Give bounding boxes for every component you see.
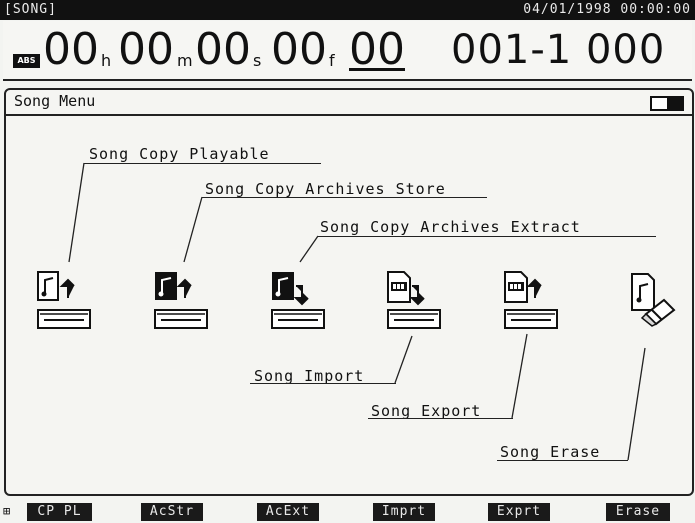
fkey-imprt[interactable]: Imprt (373, 503, 435, 521)
song-erase-icon[interactable] (628, 270, 690, 342)
label-underline (84, 163, 321, 164)
fkey-exprt[interactable]: Exprt (488, 503, 550, 521)
song-export-icon[interactable] (503, 270, 565, 332)
fkey-acstr[interactable]: AcStr (141, 503, 203, 521)
fkey-cp-pl[interactable]: CP PL (27, 503, 92, 521)
menu-item-song-copy-playable[interactable]: Song Copy Playable (89, 145, 270, 163)
menu-item-song-copy-archives-extract[interactable]: Song Copy Archives Extract (320, 218, 581, 236)
song-copy-archives-store-icon[interactable] (153, 270, 215, 332)
function-key-icon: ⊞ (3, 504, 11, 518)
fkey-acext[interactable]: AcExt (257, 503, 319, 521)
label-underline (202, 197, 487, 198)
label-underline (250, 383, 396, 384)
menu-item-song-erase[interactable]: Song Erase (500, 443, 600, 461)
song-copy-archives-extract-icon[interactable] (270, 270, 332, 332)
song-import-icon[interactable] (386, 270, 448, 332)
label-underline (497, 460, 628, 461)
label-underline (368, 418, 513, 419)
menu-item-song-copy-archives-store[interactable]: Song Copy Archives Store (205, 180, 446, 198)
label-underline (318, 236, 656, 237)
fkey-erase[interactable]: Erase (606, 503, 670, 521)
song-copy-playable-icon[interactable] (36, 270, 98, 332)
